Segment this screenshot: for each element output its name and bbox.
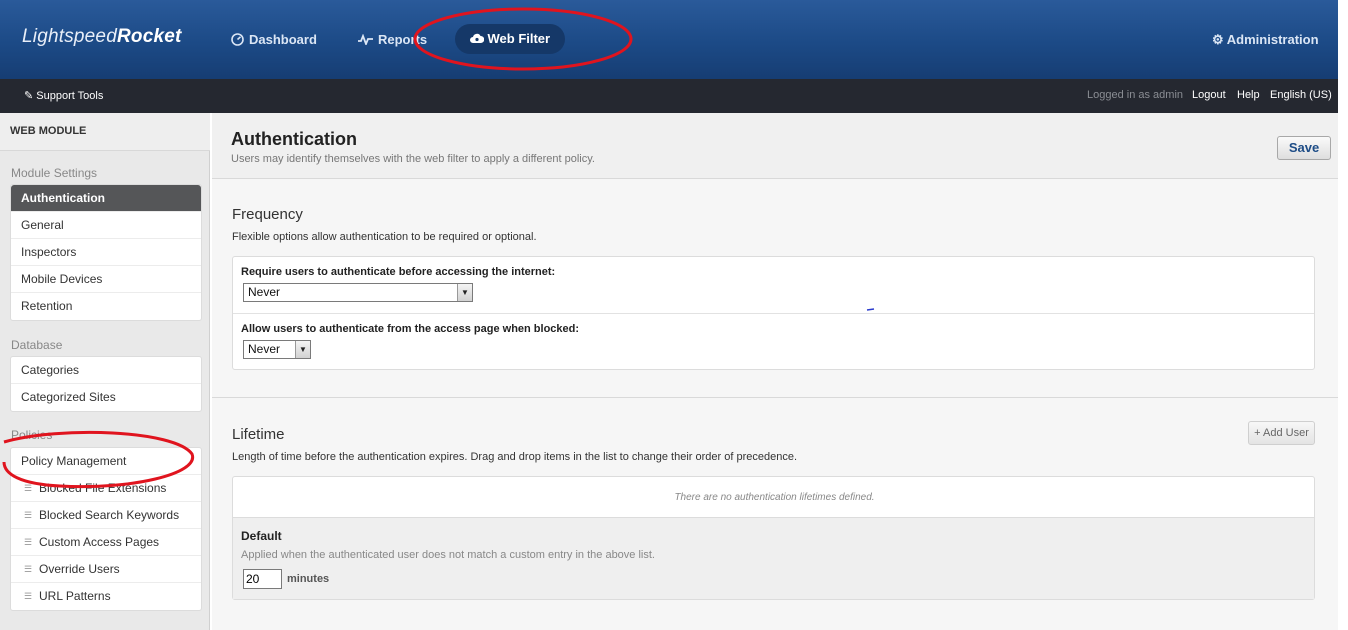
allow-auth-value: Never [248,342,281,356]
sidebar-item-label: Blocked Search Keywords [39,508,180,522]
minutes-label: minutes [287,573,330,585]
policies-list: Policy Management ☰ Blocked File Extensio… [10,447,202,611]
sidebar-item-label: URL Patterns [39,589,111,603]
nav-dashboard[interactable]: Dashboard [231,30,317,50]
empty-lifetimes-message: There are no authentication lifetimes de… [674,492,875,503]
sidebar-item-label: Custom Access Pages [39,535,160,549]
cloud-filter-icon [469,31,488,46]
page-subtitle: Users may identify themselves with the w… [231,153,595,165]
support-tools-link[interactable]: ✎ Support Tools [24,89,103,102]
dashboard-icon [231,30,244,50]
reports-pulse-icon [358,30,373,50]
require-auth-label: Require users to authenticate before acc… [241,266,556,278]
logout-link[interactable]: Logout [1192,89,1226,101]
module-settings-list: Authentication General Inspectors Mobile… [10,184,202,321]
list-bullet-icon: ☰ [24,483,33,493]
minutes-input[interactable]: 20 [243,569,282,589]
sidebar-item-label: Override Users [39,562,120,576]
sidebar-item-retention[interactable]: Retention [11,293,201,320]
nav-reports-label: Reports [378,32,428,47]
brand-logo[interactable]: LightspeedRocket [22,26,182,48]
secondary-bar: ✎ Support Tools Logged in as admin Logou… [0,79,1338,113]
frequency-title: Frequency [232,206,303,223]
sidebar-section-database: Database [11,338,63,352]
sidebar: WEB MODULE Module Settings Authenticatio… [0,113,210,630]
default-description: Applied when the authenticated user does… [241,549,655,561]
list-bullet-icon: ☰ [24,510,33,520]
lifetime-description: Length of time before the authentication… [232,451,798,463]
nav-reports[interactable]: Reports [358,30,427,50]
sidebar-item-policy-management[interactable]: Policy Management [11,448,201,475]
support-tools-label: Support Tools [36,90,104,102]
sidebar-section-module-settings: Module Settings [11,166,98,180]
sidebar-item-general[interactable]: General [11,212,201,239]
frequency-card: Require users to authenticate before acc… [232,256,1315,370]
gear-icon: ⚙ [1212,32,1224,47]
allow-auth-label: Allow users to authenticate from the acc… [241,323,580,335]
nav-web-filter[interactable]: Web Filter [455,24,565,54]
sidebar-item-blocked-search-keywords[interactable]: ☰ Blocked Search Keywords [11,502,201,529]
administration-link[interactable]: ⚙ Administration [1212,30,1319,50]
save-button[interactable]: Save [1277,136,1331,160]
require-auth-select[interactable]: Never ▼ [243,283,473,302]
sidebar-item-url-patterns[interactable]: ☰ URL Patterns [11,583,201,610]
require-auth-value: Never [248,285,281,299]
page-title: Authentication [231,129,357,149]
list-bullet-icon: ☰ [24,591,33,601]
top-navigation-bar: LightspeedRocket Dashboard Reports Web F… [0,0,1338,79]
card-divider [233,313,1314,314]
help-link[interactable]: Help [1237,89,1260,101]
sidebar-item-label: Blocked File Extensions [39,481,167,495]
sidebar-item-categories[interactable]: Categories [11,357,201,384]
database-list: Categories Categorized Sites [10,356,202,412]
sidebar-item-override-users[interactable]: ☰ Override Users [11,556,201,583]
allow-auth-select[interactable]: Never ▼ [243,340,311,359]
add-user-button[interactable]: + Add User [1248,421,1315,445]
chevron-down-icon: ▼ [457,284,472,301]
list-bullet-icon: ☰ [24,537,33,547]
sidebar-item-authentication[interactable]: Authentication [11,185,201,212]
wrench-icon: ✎ [24,90,34,102]
lifetime-title: Lifetime [232,426,285,443]
language-selector[interactable]: English (US) [1270,89,1332,101]
main-content: Authentication Users may identify themse… [212,113,1338,630]
sidebar-item-custom-access-pages[interactable]: ☰ Custom Access Pages [11,529,201,556]
logged-in-status: Logged in as admin [1087,89,1184,101]
sidebar-item-blocked-file-extensions[interactable]: ☰ Blocked File Extensions [11,475,201,502]
lifetime-card: There are no authentication lifetimes de… [232,476,1315,600]
sidebar-item-mobile-devices[interactable]: Mobile Devices [11,266,201,293]
nav-dashboard-label: Dashboard [249,32,317,47]
sidebar-title: WEB MODULE [0,113,210,151]
frequency-description: Flexible options allow authentication to… [232,231,537,243]
list-bullet-icon: ☰ [24,564,33,574]
default-lifetime-row: Default Applied when the authenticated u… [233,517,1314,599]
sidebar-item-inspectors[interactable]: Inspectors [11,239,201,266]
chevron-down-icon: ▼ [295,341,310,358]
administration-label: Administration [1226,32,1319,47]
default-title: Default [241,529,282,543]
sidebar-item-categorized-sites[interactable]: Categorized Sites [11,384,201,411]
sidebar-section-policies: Policies [11,428,53,442]
nav-web-filter-label: Web Filter [487,31,551,46]
